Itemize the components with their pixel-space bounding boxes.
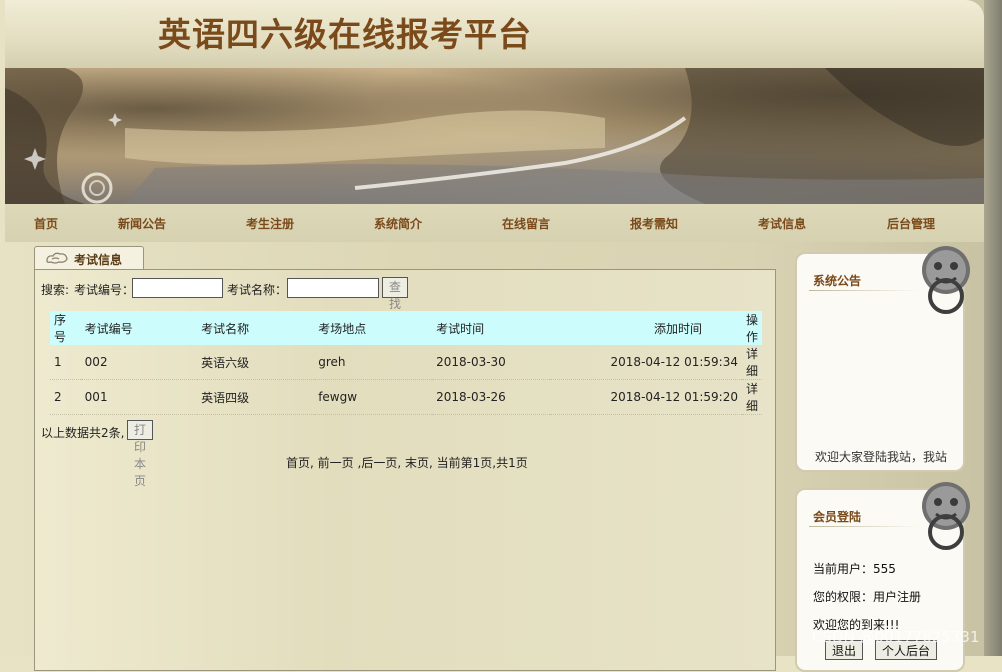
- main-nav: 首页 新闻公告 考生注册 系统简介 在线留言 报考需知 考试信息 后台管理: [5, 204, 984, 242]
- pager-prev[interactable]: 前一页: [318, 456, 354, 470]
- banner-image: [5, 68, 984, 204]
- cell-exam-date: 2018-03-30: [432, 345, 550, 380]
- print-button[interactable]: 打印本页: [127, 420, 154, 488]
- user-role: 您的权限：用户注册: [813, 590, 922, 604]
- table-row: 1 002 英语六级 greh 2018-03-30 2018-04-12 01…: [50, 345, 762, 380]
- notice-text: 欢迎大家登陆我站，我站: [815, 450, 948, 464]
- detail-link[interactable]: 详细: [741, 379, 762, 415]
- search-prefix: 搜索:: [41, 283, 70, 297]
- pager-status: 当前第1页,共1页: [436, 456, 528, 470]
- site-title: 英语四六级在线报考平台: [158, 15, 532, 54]
- search-button[interactable]: 查找: [382, 277, 409, 311]
- cell-location: greh: [314, 345, 433, 380]
- nav-item-exam-notes[interactable]: 报考需知: [630, 215, 678, 232]
- window-frame-right: [984, 0, 1002, 656]
- cell-name: 英语六级: [197, 345, 315, 380]
- nav-item-news[interactable]: 新闻公告: [118, 215, 166, 232]
- exam-table: 序号 考试编号 考试名称 考场地点 考试时间 添加时间 操作 1 002 英语六…: [50, 311, 762, 415]
- record-count: 以上数据共2条,: [41, 426, 125, 440]
- nav-item-admin[interactable]: 后台管理: [887, 215, 935, 232]
- notice-title: 系统公告: [813, 274, 862, 288]
- col-header: 序号: [50, 311, 81, 345]
- nav-item-register[interactable]: 考生注册: [246, 215, 294, 232]
- tab-exam-info[interactable]: 考试信息: [34, 246, 144, 269]
- header: 英语四六级在线报考平台: [5, 0, 984, 68]
- knocker-icon: [918, 244, 974, 319]
- exam-info-panel: 搜索: 考试编号： 考试名称： 查找 序号 考试编号 考试名称 考场地点 考试时…: [34, 269, 776, 671]
- title-divider: [809, 526, 919, 527]
- watermark: CSDN @00177825331: [812, 628, 980, 646]
- exam-name-input[interactable]: [287, 278, 379, 298]
- cell-code: 001: [80, 379, 198, 415]
- knocker-icon: [918, 480, 974, 555]
- nav-item-home[interactable]: 首页: [34, 215, 58, 232]
- exam-name-label: 考试名称：: [227, 283, 288, 297]
- col-header: 考试时间: [432, 311, 550, 345]
- pager-next[interactable]: 后一页: [361, 456, 397, 470]
- nav-item-exam-info[interactable]: 考试信息: [758, 215, 806, 232]
- cell-exam-date: 2018-03-26: [432, 379, 550, 415]
- table-header-row: 序号 考试编号 考试名称 考场地点 考试时间 添加时间 操作: [50, 311, 762, 345]
- detail-link[interactable]: 详细: [741, 345, 762, 380]
- cell-name: 英语四级: [197, 379, 315, 415]
- cell-added-time: 2018-04-12 01:59:34: [549, 345, 742, 380]
- cell-index: 1: [50, 345, 81, 380]
- cell-location: fewgw: [314, 379, 433, 415]
- tab-label: 考试信息: [74, 253, 123, 267]
- login-title: 会员登陆: [813, 510, 862, 524]
- col-header: 考试编号: [80, 311, 198, 345]
- pager-first[interactable]: 首页: [286, 456, 310, 470]
- cell-added-time: 2018-04-12 01:59:20: [549, 379, 742, 415]
- cloud-ornament-icon: [45, 251, 69, 268]
- title-divider: [809, 290, 919, 291]
- pager-last[interactable]: 末页: [405, 456, 429, 470]
- exam-code-label: 考试编号：: [74, 283, 135, 297]
- cell-code: 002: [80, 345, 198, 380]
- col-header: 添加时间: [549, 311, 742, 345]
- nav-item-about[interactable]: 系统简介: [374, 215, 422, 232]
- col-header: 操作: [741, 311, 762, 345]
- table-row: 2 001 英语四级 fewgw 2018-03-26 2018-04-12 0…: [50, 379, 762, 415]
- col-header: 考场地点: [314, 311, 433, 345]
- pagination: 首页, 前一页 ,后一页, 末页, 当前第1页,共1页: [286, 456, 528, 470]
- current-user: 当前用户：555: [813, 562, 896, 576]
- cell-index: 2: [50, 379, 81, 415]
- exam-code-input[interactable]: [132, 278, 223, 298]
- nav-item-guestbook[interactable]: 在线留言: [502, 215, 550, 232]
- col-header: 考试名称: [197, 311, 315, 345]
